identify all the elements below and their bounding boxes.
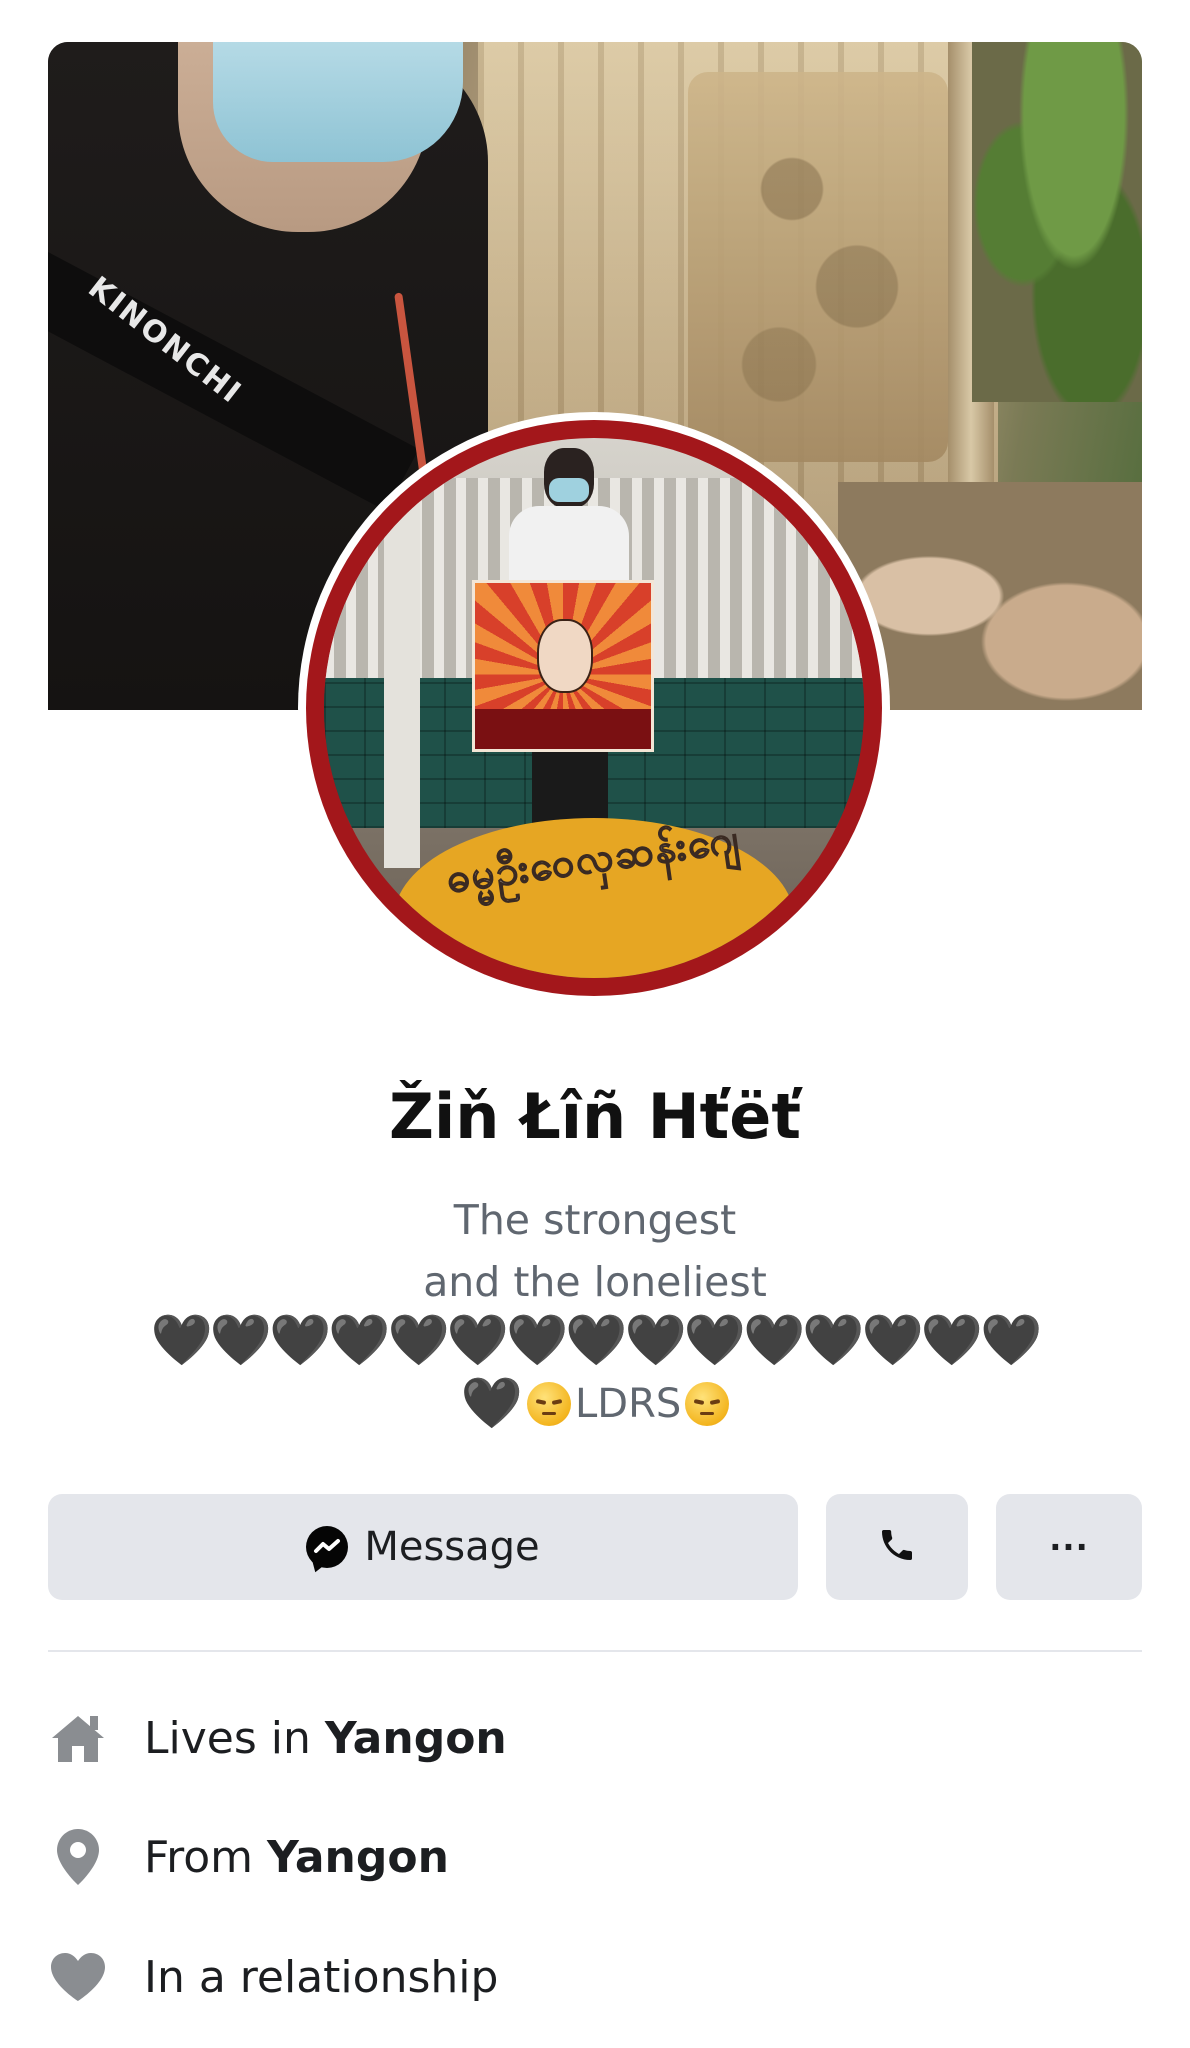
intro-item-relationship: In a relationship: [48, 1942, 1142, 2012]
avatar-poster-face: [537, 619, 593, 693]
bio-line-2: and the loneliest: [423, 1258, 767, 1306]
pensive-face-icon: [685, 1381, 730, 1426]
intro-item-from: From Yangon: [48, 1822, 1142, 1892]
cover-foliage: [972, 42, 1142, 402]
location-pin-icon: [48, 1827, 108, 1887]
bio-ldrs-text: LDRS: [574, 1380, 682, 1427]
intro-item-lives-in: Lives in Yangon: [48, 1703, 1142, 1773]
avatar-person-mask: [549, 478, 589, 502]
pensive-face-icon: [526, 1381, 571, 1426]
bio-last-line: 🖤 LDRS: [0, 1374, 1190, 1433]
cover-face-mask: [213, 42, 463, 162]
profile-picture[interactable]: ဓမ္မဦးဝေလှဆန်းဂျေ: [306, 420, 882, 996]
profile-name: Žiň Łîñ Hťëť: [389, 1080, 801, 1153]
avatar-poster: [472, 580, 654, 752]
intro-value[interactable]: Yangon: [267, 1832, 449, 1883]
intro-text-lives-in: Lives in Yangon: [144, 1713, 507, 1764]
intro-prefix: From: [144, 1831, 267, 1883]
intro-prefix: Lives in: [144, 1712, 325, 1764]
intro-value[interactable]: Yangon: [325, 1713, 507, 1764]
bio-heart-icon: 🖤: [460, 1374, 523, 1432]
intro-text-from: From Yangon: [144, 1832, 449, 1883]
message-button-label: Message: [364, 1524, 540, 1570]
profile-page: KINONCHI ဓမ္မဦးဝေလှဆန်းဂျေ Žiň Łîñ Hťëť …: [0, 0, 1190, 2048]
more-options-button[interactable]: ...: [996, 1494, 1142, 1600]
messenger-icon: [306, 1526, 349, 1568]
more-dots-icon: ...: [1049, 1520, 1089, 1558]
bio-hearts: 🖤🖤🖤🖤🖤🖤🖤🖤🖤🖤🖤🖤🖤🖤🖤: [150, 1311, 1043, 1369]
profile-photo: ဓမ္မဦးဝေလှဆန်းဂျေ: [324, 438, 864, 978]
divider: [48, 1650, 1142, 1652]
heart-icon: [48, 1947, 108, 2007]
cover-carving: [688, 72, 948, 462]
avatar-post: [384, 438, 420, 868]
message-button[interactable]: Message: [48, 1494, 798, 1600]
phone-icon: [877, 1525, 917, 1570]
intro-text-relationship: In a relationship: [144, 1951, 499, 2003]
avatar-poster-band: [475, 709, 651, 749]
call-button[interactable]: [826, 1494, 968, 1600]
home-icon: [48, 1708, 108, 1768]
bio-line-1: The strongest: [453, 1196, 737, 1244]
